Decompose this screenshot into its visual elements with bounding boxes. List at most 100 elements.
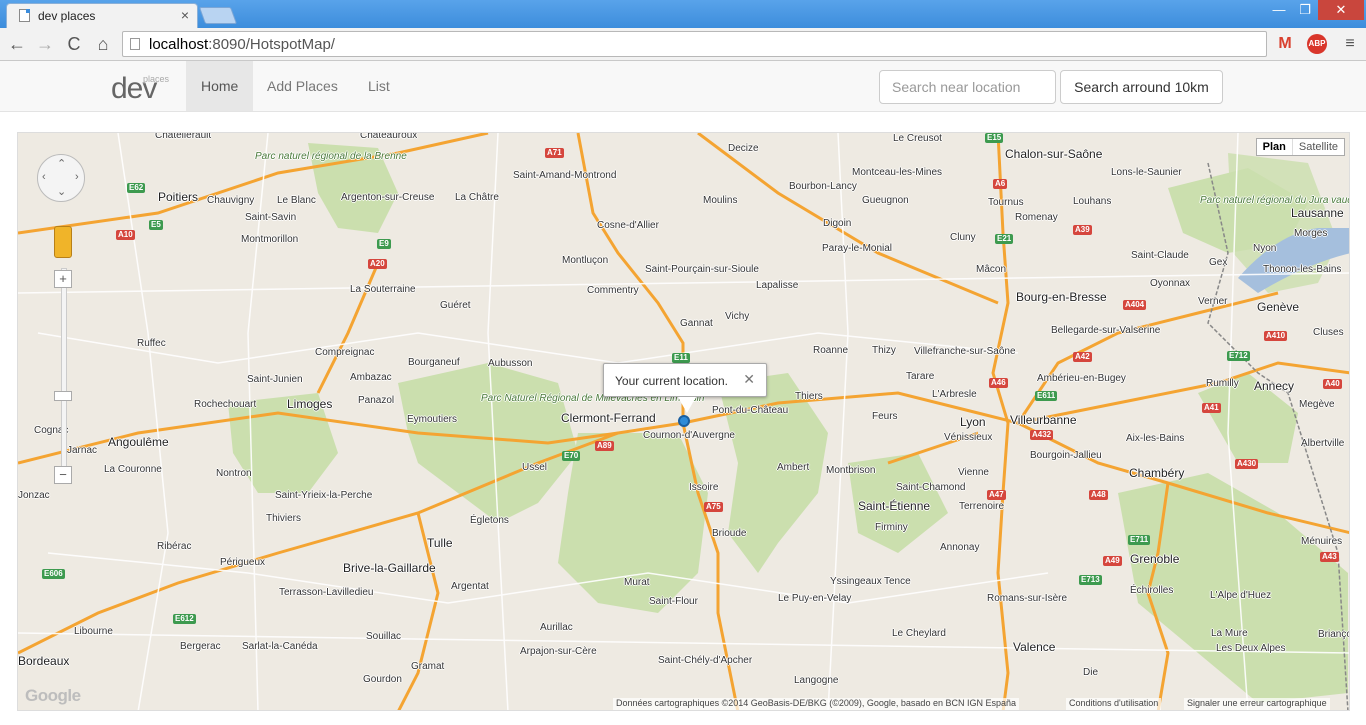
road-shield: E70 [562, 451, 581, 461]
city-label: Thizy [872, 345, 896, 356]
city-label: Saint-Flour [649, 596, 698, 607]
nav-home[interactable]: Home [186, 61, 254, 111]
road-shield: A41 [1202, 403, 1221, 413]
nav-add-places[interactable]: Add Places [252, 61, 353, 111]
city-label: Albertville [1301, 438, 1345, 449]
road-shield: A20 [368, 259, 387, 269]
city-label: Vénissieux [944, 432, 993, 443]
city-label: Chambéry [1129, 466, 1185, 480]
home-icon[interactable]: ⌂ [92, 33, 114, 55]
city-label: Paray-le-Monial [822, 243, 893, 254]
page-icon [19, 9, 30, 22]
report-error-link[interactable]: Signaler une erreur cartographique [1184, 698, 1330, 710]
adblock-icon[interactable]: ABP [1307, 34, 1327, 54]
maximize-button[interactable]: ❐ [1292, 0, 1318, 20]
back-icon[interactable]: ← [6, 33, 28, 55]
city-label: Villeurbanne [1010, 413, 1077, 427]
city-label: La Châtre [455, 192, 499, 203]
gmail-icon[interactable]: M [1275, 34, 1295, 54]
city-label: Argentat [451, 581, 489, 592]
city-label: Montluçon [562, 255, 609, 266]
zoom-out-button[interactable]: − [54, 466, 72, 484]
city-label: Saint-Savin [245, 212, 297, 223]
map-canvas[interactable]: Chatellerault Chateauroux Le Creusot Cha… [17, 132, 1350, 711]
city-label: Vienne [958, 467, 989, 478]
tab-close-icon[interactable]: × [181, 7, 189, 23]
search-location-input[interactable] [879, 70, 1056, 104]
road-shield: A430 [1235, 459, 1259, 469]
city-label: Die [1083, 667, 1099, 678]
city-label: Cournon-d'Auvergne [643, 430, 735, 441]
city-label: Panazol [358, 395, 395, 406]
city-label: Bergerac [180, 641, 221, 652]
city-label: Sarlat-la-Canéda [242, 641, 318, 652]
city-label: Nyon [1253, 243, 1277, 254]
nav-list[interactable]: List [353, 61, 405, 111]
reload-icon[interactable]: C [63, 33, 85, 55]
road-shield: A410 [1264, 331, 1288, 341]
search-around-button[interactable]: Search arround 10km [1060, 70, 1223, 104]
city-label: Guéret [440, 300, 471, 311]
city-label: Ambazac [350, 372, 392, 383]
close-icon[interactable]: ✕ [743, 371, 755, 388]
city-label: Firminy [875, 522, 908, 533]
city-label: Gramat [411, 661, 445, 672]
zoom-slider-track[interactable] [61, 268, 67, 483]
city-label: Jarnac [67, 445, 98, 456]
city-label: Égletons [470, 515, 509, 526]
city-label: Bordeaux [18, 654, 70, 668]
street-view-pegman-icon[interactable] [54, 226, 72, 258]
road-shield: E9 [377, 239, 391, 249]
city-label: Cosne-d'Allier [597, 220, 659, 231]
google-logo[interactable]: Google [25, 686, 81, 706]
zoom-in-button[interactable]: + [54, 270, 72, 288]
city-label: Souillac [366, 631, 402, 642]
city-label: Romenay [1015, 212, 1058, 223]
city-label: Mâcon [976, 264, 1007, 275]
road-shield: E5 [149, 220, 163, 230]
browser-tab[interactable]: dev places × [6, 3, 198, 28]
road-shield: E711 [1128, 535, 1151, 545]
city-label: Briançon [1318, 629, 1349, 640]
city-label: Arpajon-sur-Cère [520, 646, 597, 657]
city-label: Saint-Étienne [858, 499, 931, 513]
city-label: Lyon [960, 415, 986, 429]
road-shield: E611 [1035, 391, 1058, 401]
browser-titlebar: dev places × — ❐ ✕ [0, 0, 1366, 28]
city-label: Gueugnon [862, 195, 909, 206]
city-label: Aubusson [488, 358, 533, 369]
city-label: Saint-Pourçain-sur-Sioule [645, 264, 759, 275]
close-window-button[interactable]: ✕ [1318, 0, 1364, 20]
map-type-satellite[interactable]: Satellite [1293, 139, 1344, 155]
minimize-button[interactable]: — [1266, 0, 1292, 20]
road-shield: A71 [545, 148, 564, 158]
road-shield: A47 [987, 490, 1006, 500]
city-label: Ribérac [157, 541, 192, 552]
city-label: Rochechouart [194, 399, 257, 410]
city-label: Poitiers [158, 190, 199, 204]
city-label: Eymoutiers [407, 414, 458, 425]
current-location-marker[interactable] [678, 415, 690, 427]
city-label: Brioude [712, 528, 747, 539]
pan-control[interactable]: ⌃ ‹ › ⌄ [37, 154, 85, 202]
address-bar[interactable]: localhost:8090/HotspotMap/ [122, 31, 1267, 57]
city-label: Chalon-sur-Saône [1005, 147, 1103, 161]
page-icon [130, 38, 140, 50]
city-label: Tournus [988, 197, 1024, 208]
city-label: Ambérieu-en-Bugey [1037, 373, 1126, 384]
forward-icon[interactable]: → [34, 33, 56, 55]
city-label: Terrasson-Lavilledieu [279, 587, 374, 598]
city-label: Le Cheylard [892, 628, 946, 639]
city-label: Feurs [872, 411, 898, 422]
city-label: Murat [624, 577, 650, 588]
menu-icon[interactable]: ≡ [1340, 34, 1360, 54]
map-type-plan[interactable]: Plan [1257, 139, 1293, 155]
road-shield: E612 [173, 614, 196, 624]
zoom-slider-handle[interactable] [54, 391, 72, 401]
terms-link[interactable]: Conditions d'utilisation [1066, 698, 1162, 710]
road-shield: E713 [1079, 575, 1102, 585]
new-tab-button[interactable] [198, 7, 238, 24]
road-shield: A404 [1123, 300, 1147, 310]
city-label: Valence [1013, 640, 1056, 654]
city-label: Bourbon-Lancy [789, 181, 857, 192]
